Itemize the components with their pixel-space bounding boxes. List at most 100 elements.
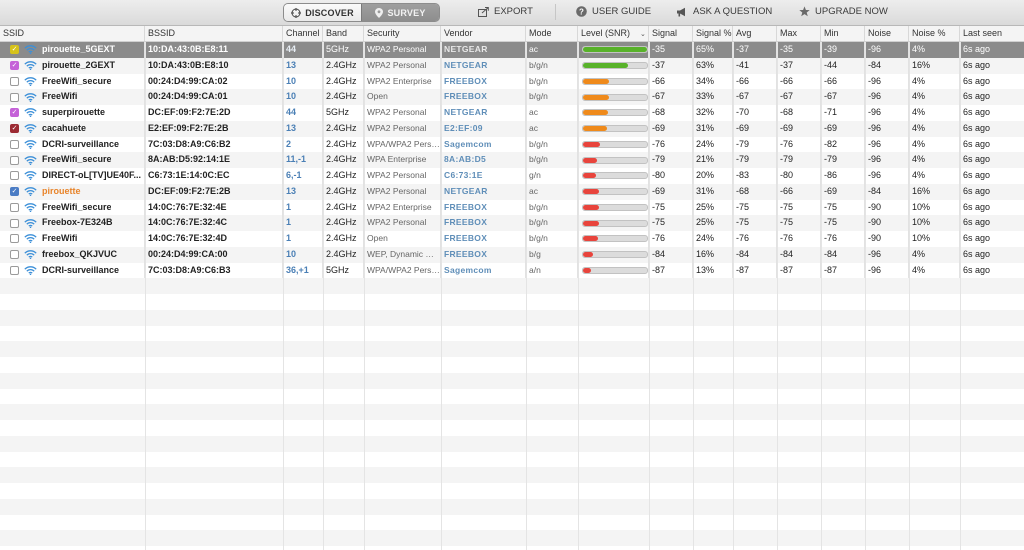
upgrade-label: UPGRADE NOW bbox=[815, 6, 888, 17]
column-header-channel[interactable]: Channel bbox=[283, 26, 323, 41]
ssid-cell: freebox_QKJVUC bbox=[0, 246, 145, 263]
table-row[interactable]: ✓ pirouette DC:EF:09:F2:7E:2B 13 2.4GHz WPA2 … bbox=[0, 183, 1024, 200]
ssid-cell: ✓ cacahuete bbox=[0, 120, 145, 137]
noise-cell: -96 bbox=[865, 136, 909, 153]
row-checkbox[interactable] bbox=[10, 76, 19, 86]
column-header-max[interactable]: Max bbox=[777, 26, 821, 41]
noise-cell: -96 bbox=[865, 246, 909, 263]
avg-cell: -87 bbox=[733, 262, 777, 279]
max-cell: -76 bbox=[777, 136, 821, 153]
row-checkbox[interactable] bbox=[10, 202, 19, 212]
row-checkbox[interactable] bbox=[10, 234, 19, 244]
column-header-mode[interactable]: Mode bbox=[526, 26, 578, 41]
table-row[interactable]: DIRECT-oL[TV]UE40F... C6:73:1E:14:0C:EC 6,… bbox=[0, 168, 1024, 184]
min-cell: -75 bbox=[821, 199, 865, 216]
wifi-signal-icon bbox=[24, 171, 37, 181]
column-header-avg[interactable]: Avg bbox=[733, 26, 777, 41]
noise-cell: -90 bbox=[865, 215, 909, 231]
table-row[interactable]: ✓ superpirouette DC:EF:09:F2:7E:2D 44 5GHz WP… bbox=[0, 105, 1024, 121]
user-guide-button[interactable]: ? USER GUIDE bbox=[576, 6, 651, 17]
row-checkbox[interactable]: ✓ bbox=[10, 45, 19, 55]
table-row[interactable]: freebox_QKJVUC 00:24:D4:99:CA:00 10 2.4GHz W… bbox=[0, 246, 1024, 263]
column-divider bbox=[693, 42, 694, 550]
signal-level-bar bbox=[582, 140, 648, 148]
column-header-security[interactable]: Security bbox=[364, 26, 441, 41]
discover-tab[interactable]: DISCOVER bbox=[284, 4, 361, 21]
column-header-band[interactable]: Band bbox=[323, 26, 364, 41]
mode-cell: ac bbox=[526, 105, 578, 121]
survey-tab[interactable]: SURVEY bbox=[361, 4, 439, 21]
table-row[interactable]: DCRI-surveillance 7C:03:D8:A9:C6:B3 36,+1 5… bbox=[0, 262, 1024, 279]
row-checkbox[interactable] bbox=[10, 250, 19, 260]
noise-pct-cell: 16% bbox=[909, 57, 960, 74]
ask-question-button[interactable]: ASK A QUESTION bbox=[676, 6, 772, 17]
band-cell: 2.4GHz bbox=[323, 199, 364, 216]
signal-cell: -67 bbox=[649, 89, 693, 105]
avg-cell: -84 bbox=[733, 246, 777, 263]
mode-cell: b/g/n bbox=[526, 136, 578, 153]
ssid-text: pirouette bbox=[42, 185, 81, 196]
table-row[interactable]: ✓ pirouette_5GEXT 10:DA:43:0B:E8:11 44 5GHz W… bbox=[0, 42, 1024, 58]
table-row[interactable]: FreeWifi_secure 00:24:D4:99:CA:02 10 2.4GHz… bbox=[0, 73, 1024, 90]
column-header-min[interactable]: Min bbox=[821, 26, 865, 41]
signal-level-fill bbox=[583, 204, 599, 210]
level-cell bbox=[578, 246, 649, 263]
wifi-signal-icon bbox=[24, 187, 37, 197]
row-checkbox[interactable]: ✓ bbox=[10, 124, 19, 134]
mode-segmented-control: DISCOVER SURVEY bbox=[283, 3, 440, 22]
signal-level-bar bbox=[582, 46, 648, 54]
ssid-cell: DCRI-surveillance bbox=[0, 136, 145, 153]
row-checkbox[interactable] bbox=[10, 92, 19, 102]
column-header-level[interactable]: Level (SNR) ⌄ bbox=[578, 26, 649, 41]
export-button[interactable]: EXPORT bbox=[478, 6, 533, 17]
wifi-signal-icon bbox=[24, 203, 37, 212]
column-header-noise[interactable]: Noise bbox=[865, 26, 909, 41]
signal-level-fill bbox=[583, 236, 599, 242]
avg-cell: -69 bbox=[733, 120, 777, 137]
column-header-bssid[interactable]: BSSID bbox=[145, 26, 283, 41]
column-header-signal[interactable]: Signal bbox=[649, 26, 693, 41]
empty-row bbox=[0, 278, 1024, 294]
row-checkbox[interactable] bbox=[10, 265, 19, 275]
table-row[interactable]: FreeWifi 14:0C:76:7E:32:4D 1 2.4GHz Open FREE… bbox=[0, 231, 1024, 247]
row-checkbox[interactable] bbox=[10, 218, 19, 228]
signal-pct-cell: 13% bbox=[693, 262, 733, 279]
signal-level-bar bbox=[582, 203, 648, 211]
vendor-cell: 8A:AB:D5 bbox=[441, 152, 526, 168]
ssid-cell: Freebox-7E324B bbox=[0, 215, 145, 231]
column-header-ssid[interactable]: SSID bbox=[0, 26, 145, 41]
column-header-signal-pct[interactable]: Signal % bbox=[693, 26, 733, 41]
vendor-cell: FREEBOX bbox=[441, 246, 526, 263]
table-row[interactable]: FreeWifi_secure 14:0C:76:7E:32:4E 1 2.4GHz W… bbox=[0, 199, 1024, 216]
table-row[interactable]: ✓ pirouette_2GEXT 10:DA:43:0B:E8:10 13 2.4GH… bbox=[0, 57, 1024, 74]
row-checkbox[interactable]: ✓ bbox=[10, 61, 19, 71]
table-row[interactable]: Freebox-7E324B 14:0C:76:7E:32:4C 1 2.4GHz WP… bbox=[0, 215, 1024, 231]
vendor-cell: NETGEAR bbox=[441, 42, 526, 58]
signal-pct-cell: 24% bbox=[693, 136, 733, 153]
ssid-cell: FreeWifi_secure bbox=[0, 73, 145, 90]
table-row[interactable]: DCRI-surveillance 7C:03:D8:A9:C6:B2 2 2.4GH… bbox=[0, 136, 1024, 153]
level-cell bbox=[578, 152, 649, 168]
table-row[interactable]: ✓ cacahuete E2:EF:09:F2:7E:2B 13 2.4GHz WPA2 … bbox=[0, 120, 1024, 137]
signal-level-fill bbox=[583, 78, 609, 84]
noise-pct-cell: 4% bbox=[909, 168, 960, 184]
row-checkbox[interactable] bbox=[10, 139, 19, 149]
upgrade-button[interactable]: UPGRADE NOW bbox=[799, 6, 888, 17]
row-checkbox[interactable] bbox=[10, 155, 19, 165]
column-header-last-seen[interactable]: Last seen bbox=[960, 26, 1020, 41]
noise-cell: -96 bbox=[865, 262, 909, 279]
avg-cell: -41 bbox=[733, 57, 777, 74]
signal-level-bar bbox=[582, 235, 648, 243]
row-checkbox[interactable] bbox=[10, 171, 19, 181]
wifi-signal-icon bbox=[24, 218, 37, 228]
table-row[interactable]: FreeWifi_secure 8A:AB:D5:92:14:1E 11,-1 2.4… bbox=[0, 152, 1024, 168]
noise-pct-cell: 4% bbox=[909, 262, 960, 279]
row-checkbox[interactable]: ✓ bbox=[10, 187, 19, 197]
column-header-vendor[interactable]: Vendor bbox=[441, 26, 526, 41]
row-checkbox[interactable]: ✓ bbox=[10, 108, 19, 118]
table-row[interactable]: FreeWifi 00:24:D4:99:CA:01 10 2.4GHz Open FRE… bbox=[0, 89, 1024, 105]
security-cell: WPA Enterprise bbox=[364, 152, 441, 168]
vendor-cell: Sagemcom bbox=[441, 136, 526, 153]
column-header-noise-pct[interactable]: Noise % bbox=[909, 26, 960, 41]
channel-cell: 10 bbox=[283, 73, 323, 90]
